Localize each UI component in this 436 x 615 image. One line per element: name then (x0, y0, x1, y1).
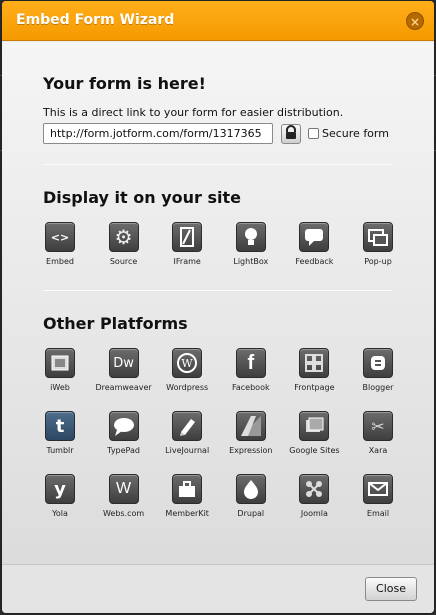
tile-label: Feedback (295, 257, 334, 266)
tile-label: LiveJournal (165, 446, 210, 455)
divider (43, 164, 392, 165)
close-button[interactable]: Close (365, 577, 417, 601)
tile-label: Xara (368, 446, 388, 455)
divider (43, 290, 392, 291)
dreamweaver-icon: Dw (108, 348, 139, 378)
tile-label: Frontpage (294, 383, 335, 392)
tile-label: MemberKit (165, 509, 209, 518)
tile-label: Email (366, 509, 390, 518)
yola-icon: y (45, 474, 75, 504)
tile-label: Embed (46, 257, 74, 266)
tile-wordpress[interactable]: W Wordpress (155, 348, 219, 392)
dialog-content: Your form is here! This is a direct link… (2, 42, 434, 564)
blogger-icon (363, 348, 393, 378)
tile-label: Yola (52, 509, 68, 518)
tumblr-icon: t (45, 411, 75, 441)
close-x-icon[interactable]: × (406, 12, 424, 30)
dialog-footer: Close (2, 564, 434, 613)
tile-google-sites[interactable]: Google Sites (282, 411, 346, 455)
lock-icon (286, 125, 296, 139)
tile-livejournal[interactable]: LiveJournal (155, 411, 219, 455)
speech-bubble-icon (299, 222, 330, 252)
tile-label: Dreamweaver (95, 383, 152, 392)
typepad-icon (108, 411, 139, 441)
popup-windows-icon (363, 222, 393, 252)
tile-label: Wordpress (166, 383, 209, 392)
wordpress-icon: W (172, 348, 203, 378)
expression-icon (235, 411, 266, 441)
tile-label: Source (109, 257, 138, 266)
tile-label: Pop-up (364, 257, 392, 266)
xara-icon: ✂ (363, 411, 393, 441)
tile-label: Joomla (300, 509, 328, 518)
tile-label: Google Sites (289, 446, 340, 455)
tile-frontpage[interactable]: Frontpage (282, 348, 346, 392)
drupal-icon (235, 474, 266, 504)
lightbulb-icon (235, 222, 266, 252)
tile-email[interactable]: Email (346, 474, 410, 518)
tile-blogger[interactable]: Blogger (346, 348, 410, 392)
tile-label: Tumblr (46, 446, 74, 455)
embed-wizard-dialog: Embed Form Wizard × Your form is here! T… (2, 1, 434, 613)
tile-joomla[interactable]: Joomla (282, 474, 346, 518)
form-url-input[interactable]: http://form.jotform.com/form/1317365 (43, 123, 273, 144)
tile-feedback[interactable]: Feedback (282, 222, 346, 266)
tile-memberkit[interactable]: MemberKit (155, 474, 219, 518)
email-icon (363, 474, 393, 504)
tile-dreamweaver[interactable]: Dw Dreamweaver (92, 348, 156, 392)
tile-xara[interactable]: ✂ Xara (346, 411, 410, 455)
link-heading: Your form is here! (43, 74, 206, 93)
tile-label: IFrame (173, 257, 201, 266)
webs-icon: W (108, 474, 139, 504)
dialog-titlebar: Embed Form Wizard × (2, 1, 434, 41)
gear-icon: ⚙ (108, 222, 139, 252)
secure-form-toggle[interactable]: Secure form (308, 127, 389, 140)
dialog-title: Embed Form Wizard (16, 12, 175, 28)
display-heading: Display it on your site (43, 188, 241, 207)
tile-pop-up[interactable]: Pop-up (346, 222, 410, 266)
tile-expression[interactable]: Expression (219, 411, 283, 455)
tile-iweb[interactable]: iWeb (28, 348, 92, 392)
platforms-heading: Other Platforms (43, 314, 188, 333)
tile-tumblr[interactable]: t Tumblr (28, 411, 92, 455)
tile-label: Expression (229, 446, 273, 455)
tile-source[interactable]: ⚙ Source (92, 222, 156, 266)
facebook-icon: f (235, 348, 266, 378)
joomla-icon (299, 474, 330, 504)
iweb-icon (45, 348, 75, 378)
tile-label: TypePad (107, 446, 140, 455)
tile-facebook[interactable]: f Facebook (219, 348, 283, 392)
tile-label: Webs.com (102, 509, 145, 518)
memberkit-icon (172, 474, 203, 504)
tile-label: LightBox (233, 257, 269, 266)
tile-typepad[interactable]: TypePad (92, 411, 156, 455)
tile-drupal[interactable]: Drupal (219, 474, 283, 518)
tile-lightbox[interactable]: LightBox (219, 222, 283, 266)
tile-label: Facebook (232, 383, 270, 392)
google-sites-icon (299, 411, 330, 441)
tile-yola[interactable]: y Yola (28, 474, 92, 518)
tile-label: iWeb (50, 383, 70, 392)
link-description: This is a direct link to your form for e… (43, 106, 344, 119)
frontpage-icon (299, 348, 330, 378)
tile-label: Blogger (362, 383, 394, 392)
tile-iframe[interactable]: IFrame (155, 222, 219, 266)
livejournal-icon (172, 411, 203, 441)
tile-embed[interactable]: <> Embed (28, 222, 92, 266)
secure-checkbox[interactable] (308, 128, 319, 139)
lock-button[interactable] (281, 124, 301, 144)
tile-webs-com[interactable]: W Webs.com (92, 474, 156, 518)
svg-text:W: W (182, 357, 194, 370)
tile-label: Drupal (237, 509, 265, 518)
code-brackets-icon: <> (45, 222, 75, 252)
iframe-icon (172, 222, 203, 252)
secure-label: Secure form (322, 127, 389, 140)
